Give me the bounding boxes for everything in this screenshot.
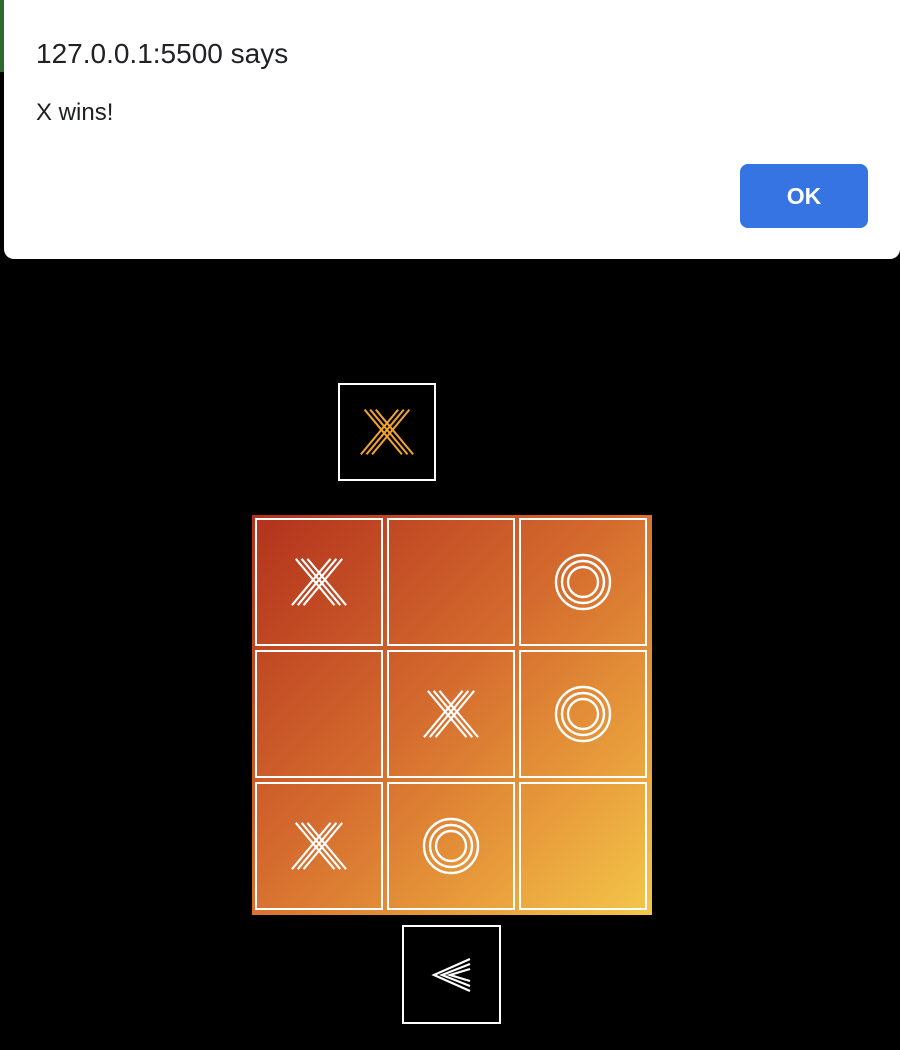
- board-cell[interactable]: [519, 650, 647, 778]
- o-mark-icon: [553, 684, 613, 744]
- ok-button[interactable]: OK: [740, 164, 868, 228]
- dialog-message: X wins!: [36, 99, 114, 126]
- current-turn-indicator: [338, 383, 436, 481]
- back-button[interactable]: [402, 925, 501, 1024]
- board-cell[interactable]: [519, 782, 647, 910]
- o-mark-icon: [553, 552, 613, 612]
- alert-dialog: 127.0.0.1:5500 says X wins! OK: [4, 0, 900, 259]
- board-cell[interactable]: [387, 650, 515, 778]
- x-mark-icon: [290, 553, 348, 611]
- back-chevron-icon: [430, 955, 474, 995]
- board-cell[interactable]: [519, 518, 647, 646]
- board-cell[interactable]: [255, 518, 383, 646]
- board-cell[interactable]: [387, 518, 515, 646]
- board-cell[interactable]: [387, 782, 515, 910]
- dialog-title: 127.0.0.1:5500 says: [36, 38, 289, 69]
- board-cell[interactable]: [255, 650, 383, 778]
- x-mark-icon: [422, 685, 480, 743]
- game-board: [252, 515, 652, 915]
- game-page: TIC TAC TOE: [0, 0, 900, 1050]
- x-mark-icon: [290, 817, 348, 875]
- background-strip: [0, 0, 4, 72]
- o-mark-icon: [421, 816, 481, 876]
- board-cell[interactable]: [255, 782, 383, 910]
- x-mark-icon: [359, 404, 415, 460]
